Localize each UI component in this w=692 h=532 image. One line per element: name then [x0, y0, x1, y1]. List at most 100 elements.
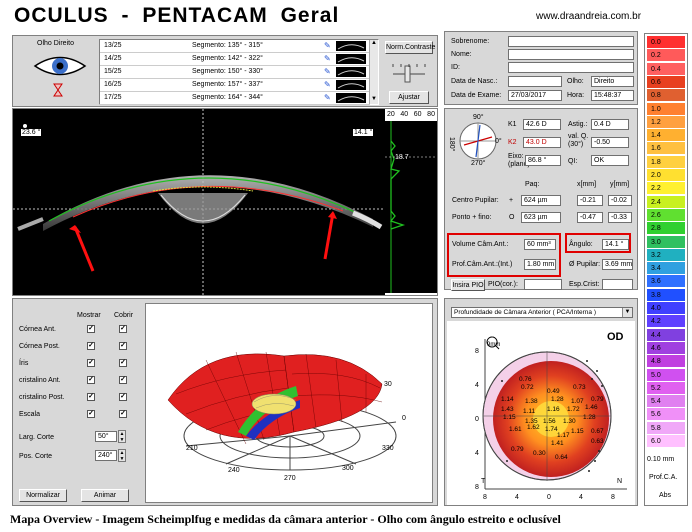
pen-icon[interactable]: ✎ — [324, 79, 331, 91]
pio-field[interactable] — [524, 279, 562, 290]
map-value: 1.28 — [551, 396, 564, 403]
segment-row[interactable]: 14/25 Segmento: 142° - 322° ✎ — [100, 53, 370, 66]
segment-row[interactable]: 15/25 Segmento: 150° - 330° ✎ — [100, 66, 370, 79]
layer-label: Córnea Post. — [19, 343, 60, 350]
pupil-y-field[interactable]: -0.02 — [608, 195, 632, 206]
density-scale-tick: 60 — [413, 111, 422, 118]
scale-cell: 2.4 — [647, 195, 685, 209]
map-area[interactable]: 0.76 0.72 0.49 0.73 1.14 1.38 1.28 1.07 0.79 1.43… — [447, 321, 635, 505]
scale-value: 5.0 — [651, 371, 661, 379]
scale-cell: 3.6 — [647, 275, 685, 289]
highlight-angulo — [565, 233, 631, 253]
map-value: 1.46 — [585, 404, 598, 411]
cobrir-checkbox[interactable]: ✓ — [119, 359, 127, 367]
scale-value: 3.8 — [651, 291, 661, 299]
segment-range: Segmento: 135° - 315° — [192, 42, 263, 49]
normalizar-button[interactable]: Normalizar — [19, 489, 67, 502]
mostrar-checkbox[interactable]: ✓ — [87, 325, 95, 333]
insira-pio-button[interactable]: Insira PIO — [451, 279, 485, 291]
map-type-dropdown[interactable]: Profundidade de Câmara Anterior ( PCA/In… — [451, 307, 633, 318]
pen-icon[interactable]: ✎ — [324, 66, 331, 78]
segment-row[interactable]: 16/25 Segmento: 157° - 337° ✎ — [100, 79, 370, 92]
map-value: 1.11 — [523, 408, 536, 415]
nome-field[interactable] — [508, 49, 634, 60]
mostrar-checkbox[interactable]: ✓ — [87, 410, 95, 418]
cobrir-checkbox[interactable]: ✓ — [119, 342, 127, 350]
k1-field[interactable]: 42.6 D — [523, 119, 561, 130]
scale-value: 3.6 — [651, 278, 661, 286]
contrast-slider[interactable] — [389, 62, 429, 86]
map-value: 1.41 — [551, 440, 564, 447]
pos-stepper[interactable]: ▲ ▼ — [118, 449, 126, 462]
segment-range: Segmento: 164° - 344° — [192, 94, 263, 101]
color-scale: 0.0 0.2 0.4 0.6 0.8 1.0 1.2 1.4 1.6 1.8 2.0 2.2 2.4 2… — [644, 33, 688, 506]
scale-value: 3.4 — [651, 265, 661, 273]
scale-cell: 1.4 — [647, 129, 685, 143]
esp-field[interactable] — [602, 279, 633, 290]
scheimpflug-image[interactable]: 23.6 ° 14.1 ° 20 40 60 80 18.7 — [12, 108, 438, 296]
cobrir-checkbox[interactable]: ✓ — [119, 393, 127, 401]
scale-label-2: Abs — [659, 492, 672, 499]
pupila-field[interactable]: 3.69 mm — [602, 259, 633, 270]
pupil-x-field[interactable]: -0.47 — [577, 212, 603, 223]
olho-field[interactable]: Direito — [591, 76, 634, 87]
exame-field[interactable]: 27/03/2017 — [508, 90, 562, 101]
scale-value: 0.4 — [651, 65, 661, 73]
pupil-row-symbol: + — [509, 197, 514, 204]
model-3d-view[interactable]: 30 0 330 300 270 240 210 — [145, 303, 433, 503]
segment-scrollbar[interactable]: ▲ ▼ — [369, 40, 378, 104]
larg-stepper[interactable]: ▲ ▼ — [118, 430, 126, 443]
k2-field[interactable]: 43.0 D — [523, 137, 561, 148]
hora-field[interactable]: 15:48:37 — [591, 90, 634, 101]
scale-value: 0.0 — [651, 39, 661, 46]
segment-list[interactable]: 13/25 Segmento: 135° - 315° ✎ 14/25 Segmento… — [99, 39, 379, 105]
map-value: 0.30 — [533, 450, 546, 457]
cobrir-checkbox[interactable]: ✓ — [119, 325, 127, 333]
olho-label: Olho: — [567, 78, 584, 85]
eixo-field[interactable]: 86.8 ° — [525, 155, 561, 166]
pupil-x-field[interactable]: -0.21 — [577, 195, 603, 206]
larg-label: Larg. Corte — [19, 434, 55, 441]
cobrir-checkbox[interactable]: ✓ — [119, 410, 127, 418]
astig-field[interactable]: 0.4 D — [591, 119, 629, 130]
valq-field[interactable]: -0.50 — [591, 137, 629, 148]
nasc-field[interactable] — [508, 76, 562, 87]
cobrir-checkbox[interactable]: ✓ — [119, 376, 127, 384]
scale-value: 2.2 — [651, 185, 661, 193]
larg-field[interactable]: 50° — [95, 431, 117, 442]
thumbnail-icon — [336, 80, 366, 90]
sobrenome-field[interactable] — [508, 36, 634, 47]
pupil-paq-field[interactable]: 624 µm — [521, 195, 561, 206]
scale-cell: 2.0 — [647, 169, 685, 182]
ajustar-button[interactable]: Ajustar — [389, 91, 429, 104]
pen-icon[interactable]: ✎ — [324, 92, 331, 104]
k1-label: K1 — [508, 121, 517, 128]
id-field[interactable] — [508, 62, 634, 73]
mostrar-checkbox[interactable]: ✓ — [87, 376, 95, 384]
map-value: 1.15 — [571, 428, 584, 435]
tick-30: 30 — [384, 381, 392, 388]
pen-icon[interactable]: ✎ — [324, 53, 331, 65]
qi-field[interactable]: OK — [591, 155, 629, 166]
scale-cell: 3.0 — [647, 235, 685, 249]
pen-icon[interactable]: ✎ — [324, 40, 331, 52]
dial-label-0: 0° — [495, 138, 502, 145]
scale-cell: 2.2 — [647, 182, 685, 196]
pupil-paq-field[interactable]: 623 µm — [521, 212, 561, 223]
mostrar-checkbox[interactable]: ✓ — [87, 342, 95, 350]
pupil-y-field[interactable]: -0.33 — [608, 212, 632, 223]
y-header: y[mm] — [610, 181, 630, 188]
scale-cell: 0.8 — [647, 89, 685, 103]
segment-row[interactable]: 17/25 Segmento: 164° - 344° ✎ — [100, 92, 370, 105]
mostrar-checkbox[interactable]: ✓ — [87, 359, 95, 367]
animar-button[interactable]: Animar — [81, 489, 129, 502]
mostrar-checkbox[interactable]: ✓ — [87, 393, 95, 401]
scale-cell: 5.6 — [647, 408, 685, 422]
segment-panel: Olho Direito 13/25 Segmento: 135° - 315° ✎… — [12, 35, 438, 107]
scale-value: 5.6 — [651, 411, 661, 419]
pos-field[interactable]: 240° — [95, 450, 117, 461]
hora-label: Hora: — [567, 92, 585, 99]
chevron-down-icon[interactable]: ▼ — [622, 308, 632, 317]
norm-contrast-button[interactable]: Norm.Contraste — [385, 41, 435, 54]
segment-row[interactable]: 13/25 Segmento: 135° - 315° ✎ — [100, 40, 370, 53]
